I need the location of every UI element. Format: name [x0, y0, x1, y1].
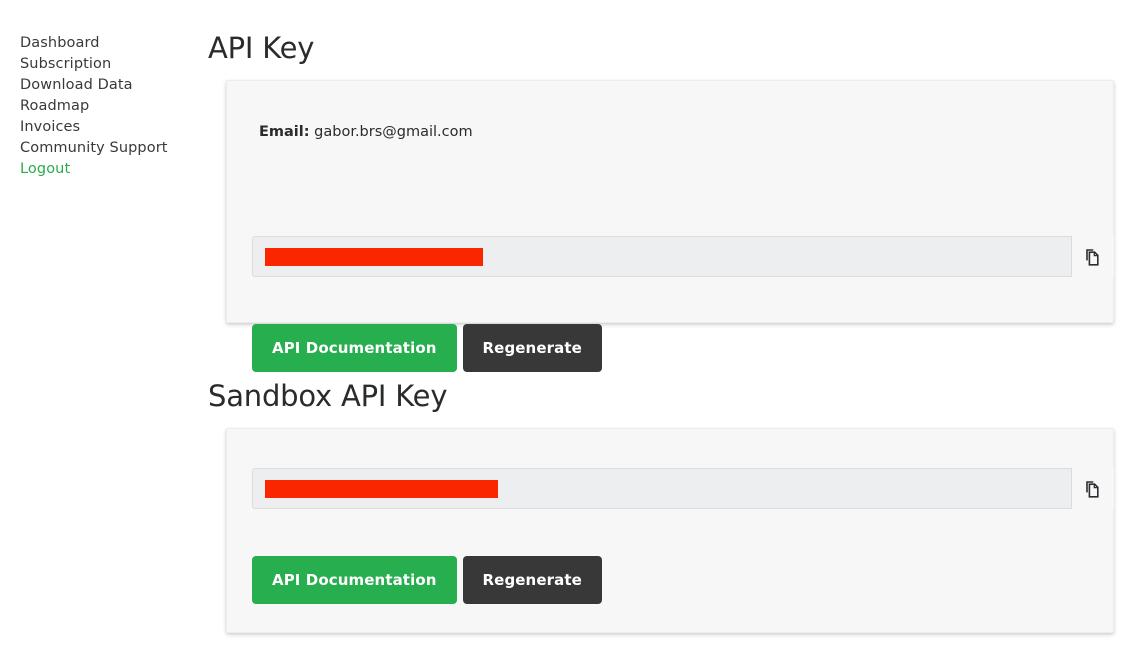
sidebar-item-download-data[interactable]: Download Data: [20, 75, 200, 96]
page-root: Dashboard Subscription Download Data Roa…: [0, 0, 1144, 659]
api-key-input-group: [252, 236, 1114, 277]
regenerate-sandbox-api-key-button[interactable]: Regenerate: [462, 556, 602, 604]
api-key-redaction-overlay: [265, 247, 483, 266]
main-content: API Key Email: gabor.brs@gmail.com API D…: [208, 0, 1144, 659]
email-value: gabor.brs@gmail.com: [314, 124, 473, 140]
api-documentation-button[interactable]: API Documentation: [252, 324, 457, 372]
sandbox-api-key-button-row: API Documentation Regenerate: [252, 556, 602, 604]
sidebar-item-community-support[interactable]: Community Support: [20, 138, 200, 159]
sandbox-api-key-input-group: [252, 468, 1114, 509]
copy-icon: [1083, 479, 1103, 499]
sandbox-api-key-title: Sandbox API Key: [208, 379, 448, 413]
sandbox-api-documentation-button[interactable]: API Documentation: [252, 556, 457, 604]
api-key-title: API Key: [208, 31, 315, 65]
sidebar-item-subscription[interactable]: Subscription: [20, 54, 200, 75]
email-label: Email:: [259, 124, 310, 140]
copy-api-key-button[interactable]: [1072, 236, 1114, 277]
email-row: Email: gabor.brs@gmail.com: [259, 123, 473, 141]
copy-sandbox-api-key-button[interactable]: [1072, 468, 1114, 509]
sandbox-api-key-redaction-overlay: [265, 479, 498, 498]
regenerate-api-key-button[interactable]: Regenerate: [462, 324, 602, 372]
sandbox-api-key-field[interactable]: [252, 468, 1072, 509]
sidebar-item-dashboard[interactable]: Dashboard: [20, 33, 200, 54]
sidebar-item-logout[interactable]: Logout: [20, 159, 200, 180]
sidebar-item-invoices[interactable]: Invoices: [20, 117, 200, 138]
api-key-button-row: API Documentation Regenerate: [252, 324, 602, 372]
api-key-field[interactable]: [252, 236, 1072, 277]
sandbox-api-key-card: API Documentation Regenerate: [226, 428, 1114, 633]
copy-icon: [1083, 247, 1103, 267]
api-key-card: Email: gabor.brs@gmail.com API Documenta…: [226, 80, 1114, 372]
sidebar-nav: Dashboard Subscription Download Data Roa…: [0, 0, 200, 180]
sidebar-item-roadmap[interactable]: Roadmap: [20, 96, 200, 117]
